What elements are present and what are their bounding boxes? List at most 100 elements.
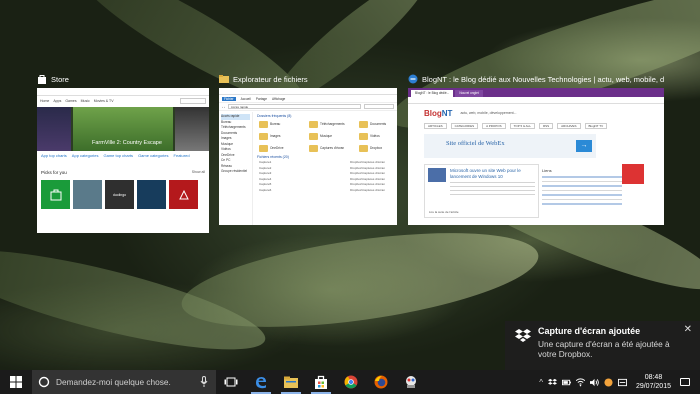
search-placeholder: Demandez-moi quelque chose. xyxy=(56,377,171,387)
language-icon[interactable] xyxy=(617,378,627,387)
taskbar-app-edge[interactable] xyxy=(246,370,276,394)
task-view-window-explorer[interactable]: Explorateur de fichiers Fichier Accueil … xyxy=(219,72,397,225)
dropbox-tray-icon[interactable] xyxy=(547,378,557,387)
folder-icon xyxy=(259,120,268,128)
blog-logo-text: NT xyxy=(441,108,453,118)
explorer-content: Dossiers fréquents (8) Bureau Télécharge… xyxy=(255,112,395,225)
store-search-box xyxy=(180,98,206,104)
explorer-sidebar: Accès rapide Bureau Téléchargements Docu… xyxy=(219,112,253,225)
recent-files-heading: Fichiers récents (20) xyxy=(257,155,289,159)
folder-icon xyxy=(359,120,368,128)
notification-title: Capture d'écran ajoutée xyxy=(538,326,641,336)
explorer-address-bar: ‹ › Accès rapide xyxy=(219,103,397,111)
show-hidden-icons-chevron-icon[interactable]: ^ xyxy=(539,378,543,387)
folder-grid: Bureau Téléchargements Documents Images … xyxy=(259,119,395,153)
window-title: Store xyxy=(51,74,69,84)
folder-item: Téléchargements xyxy=(309,119,353,129)
store-nav-item: Movies & TV xyxy=(93,99,114,103)
blog-tagline: actu, web, mobile, développement... xyxy=(460,111,517,115)
taskbar-app-chrome[interactable] xyxy=(336,370,366,394)
blog-menu-item: TOP 5 & ALL xyxy=(509,123,535,129)
app-tray-icon[interactable] xyxy=(604,377,613,387)
browser-tab: BlogNT : le Blog dédié... xyxy=(411,90,454,97)
folder-icon xyxy=(309,144,318,152)
taskbar-app-store[interactable] xyxy=(306,370,336,394)
article-text-line xyxy=(450,193,535,195)
windows-logo-icon xyxy=(10,376,22,388)
sidebar-text-line xyxy=(542,203,622,205)
address-box: Accès rapide xyxy=(227,104,361,109)
blog-menu-item: BlogNT TV xyxy=(584,123,608,129)
volume-icon[interactable] xyxy=(589,378,599,387)
taskbar-app-firefox[interactable] xyxy=(366,370,396,394)
folder-icon xyxy=(259,144,268,152)
store-hero-banner: FarmVille 2: Country Escape xyxy=(37,107,209,151)
folder-item: Images xyxy=(259,131,303,141)
window-thumbnail[interactable]: Fichier Accueil Partage Affichage ‹ › Ac… xyxy=(219,88,397,225)
window-title-bar: BlogNT : le Blog dédié aux Nouvelles Tec… xyxy=(408,72,664,86)
task-view-window-store[interactable]: Store Home Apps Games Music Movies & TV … xyxy=(37,72,209,233)
clock[interactable]: 08:48 29/07/2015 xyxy=(636,373,671,391)
folder-icon xyxy=(219,75,229,83)
edge-icon xyxy=(408,74,418,84)
taskbar-app-other[interactable] xyxy=(396,370,426,394)
explorer-ribbon: Fichier Accueil Partage Affichage xyxy=(219,95,397,103)
store-bag-icon xyxy=(38,75,46,84)
task-view-window-edge[interactable]: BlogNT : le Blog dédié aux Nouvelles Tec… xyxy=(408,72,664,225)
store-category-link: Featured xyxy=(173,153,190,158)
task-view-button[interactable] xyxy=(216,370,246,394)
store-categories: App top charts App categories Game top c… xyxy=(41,153,190,158)
window-thumbnail[interactable]: Home Apps Games Music Movies & TV FarmVi… xyxy=(37,88,209,233)
ribbon-tab: Fichier xyxy=(222,96,236,101)
sidebar-text-line xyxy=(542,176,622,178)
folder-name: Téléchargements xyxy=(320,122,345,126)
taskbar-app-explorer[interactable] xyxy=(276,370,306,394)
article-title: Microsoft ouvre un site Web pour le lanc… xyxy=(450,168,521,179)
blog-menu: ARTICLES CATEGORIES A PROPOS TOP 5 & ALL… xyxy=(408,122,664,130)
store-icon xyxy=(315,375,327,389)
folder-icon xyxy=(359,132,368,140)
blog-menu-item: CATEGORIES xyxy=(450,123,479,129)
picks-heading: Picks for you xyxy=(41,170,67,175)
hero-image xyxy=(37,107,71,151)
folder-item: Dropbox xyxy=(359,143,397,153)
blog-header: BlogNT actu, web, mobile, développement.… xyxy=(408,104,664,122)
cortana-search-box[interactable]: Demandez-moi quelque chose. xyxy=(32,370,216,394)
browser-address-bar xyxy=(408,97,664,104)
window-thumbnail[interactable]: BlogNT : le Blog dédié... Nouvel onglet … xyxy=(408,88,664,225)
window-title-bar: Explorateur de fichiers xyxy=(219,72,397,86)
blog-ad-square xyxy=(622,164,644,184)
blog-logo: BlogNT xyxy=(424,109,452,118)
folder-icon xyxy=(309,132,318,140)
folder-item: Musique xyxy=(309,131,353,141)
battery-icon[interactable] xyxy=(561,378,571,387)
folder-name: Bureau xyxy=(270,122,281,126)
recent-file-row: Capture6 Dropbox\Captures d'écran xyxy=(259,188,395,194)
store-nav-item: Games xyxy=(65,99,77,103)
folder-name: Documents xyxy=(370,122,387,126)
close-icon[interactable]: ✕ xyxy=(684,324,692,335)
window-title: BlogNT : le Blog dédié aux Nouvelles Tec… xyxy=(422,74,664,84)
hero-title: FarmVille 2: Country Escape xyxy=(92,140,162,146)
start-button[interactable] xyxy=(0,370,32,394)
store-category-link: Game categories xyxy=(138,153,169,158)
wifi-icon[interactable] xyxy=(575,377,585,387)
action-center-icon[interactable] xyxy=(680,378,690,386)
notification-toast[interactable]: Capture d'écran ajoutée Une capture d'éc… xyxy=(505,321,700,370)
folder-name: Captures d'écran xyxy=(320,146,345,150)
explorer-search-box xyxy=(364,104,394,109)
dropbox-icon xyxy=(515,329,531,342)
article-text-line xyxy=(450,181,535,183)
article-image xyxy=(428,168,446,182)
microphone-icon[interactable] xyxy=(200,376,208,388)
banner-title: Site officiel de WebEx xyxy=(446,140,505,147)
store-category-link: App top charts xyxy=(41,153,67,158)
article-read-more: Lire la suite de l'article xyxy=(429,210,459,214)
folder-item: Bureau xyxy=(259,119,303,129)
app-tile xyxy=(169,180,198,209)
app-tile xyxy=(41,180,70,209)
app-tile: duolingo xyxy=(105,180,134,209)
blog-article: Microsoft ouvre un site Web pour le lanc… xyxy=(424,164,539,218)
folder-name: OneDrive xyxy=(270,146,284,150)
ribbon-tab: Accueil xyxy=(240,96,251,101)
